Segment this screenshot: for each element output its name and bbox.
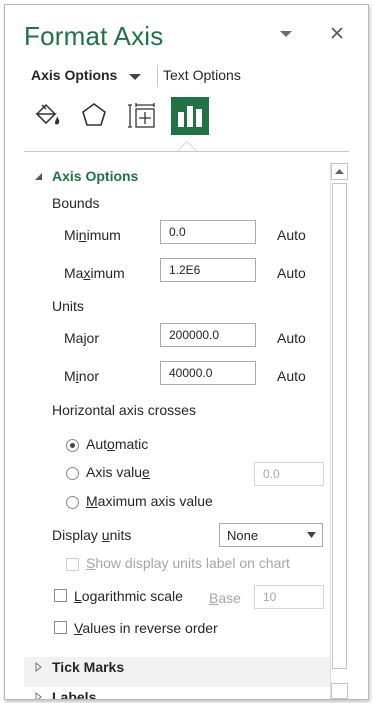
scroll-down-button[interactable] [331, 683, 348, 699]
pane-title: Format Axis [24, 21, 164, 51]
display-units-value: None [227, 528, 259, 543]
bounds-heading: Bounds [52, 195, 100, 211]
expanded-triangle-icon[interactable] [34, 172, 43, 181]
maximum-axis-value-radio[interactable] [66, 496, 79, 509]
pentagon-icon [82, 103, 106, 126]
horizontal-axis-crosses-heading: Horizontal axis crosses [52, 402, 196, 418]
minimum-label: Minimum [64, 227, 121, 243]
format-axis-pane: Format Axis Axis Options Text Options Ax… [4, 4, 369, 700]
axis-value-input[interactable]: 0.0 [254, 462, 324, 486]
pane-options-icon[interactable] [279, 29, 293, 39]
maximum-auto-button[interactable]: Auto [277, 265, 306, 281]
minimum-auto-button[interactable]: Auto [277, 227, 306, 243]
maximum-axis-value-label[interactable]: Maximum axis value [86, 493, 213, 509]
axis-options-button[interactable] [171, 97, 209, 135]
axis-value-label[interactable]: Axis value [86, 464, 150, 480]
close-icon[interactable] [329, 25, 345, 41]
axis-options-content: Axis Options Bounds Minimum 0.0 Auto Max… [24, 152, 330, 699]
display-units-label: Display units [52, 527, 132, 543]
fill-line-button[interactable] [27, 97, 65, 135]
show-display-units-label: Show display units label on chart [86, 555, 290, 571]
units-heading: Units [52, 298, 84, 314]
scrollbar[interactable] [330, 163, 349, 699]
minor-auto-button[interactable]: Auto [277, 368, 306, 384]
scroll-thumb[interactable] [332, 183, 347, 669]
paint-bucket-icon [35, 103, 60, 125]
base-label: Base [209, 590, 241, 606]
tab-axis-options[interactable]: Axis Options [31, 67, 117, 83]
major-auto-button[interactable]: Auto [277, 330, 306, 346]
effects-button[interactable] [75, 97, 113, 135]
minor-input[interactable]: 40000.0 [160, 361, 256, 385]
major-label: Major [64, 330, 100, 346]
logarithmic-scale-label[interactable]: Logarithmic scale [74, 588, 183, 604]
collapsed-triangle-icon[interactable] [35, 692, 42, 700]
base-input[interactable]: 10 [254, 585, 324, 609]
maximum-input[interactable]: 1.2E6 [160, 258, 256, 282]
scroll-up-button[interactable] [331, 163, 348, 180]
reverse-order-checkbox[interactable] [54, 621, 67, 634]
size-properties-button[interactable] [123, 97, 161, 135]
display-units-select[interactable]: None [219, 523, 323, 547]
tab-separator [157, 65, 158, 87]
automatic-label[interactable]: Automatic [86, 436, 148, 452]
chevron-down-icon[interactable] [129, 73, 141, 81]
axis-value-radio[interactable] [66, 467, 79, 480]
bar-chart-icon [178, 106, 202, 127]
active-tab-pointer [177, 141, 197, 151]
size-properties-icon [128, 103, 155, 128]
section-title-axis-options[interactable]: Axis Options [52, 168, 138, 184]
major-input[interactable]: 200000.0 [160, 323, 256, 347]
automatic-radio[interactable] [66, 439, 79, 452]
minimum-input[interactable]: 0.0 [160, 220, 256, 244]
maximum-label: Maximum [64, 265, 125, 281]
show-display-units-checkbox[interactable] [66, 558, 79, 571]
logarithmic-scale-checkbox[interactable] [54, 589, 67, 602]
chevron-up-icon [335, 169, 344, 174]
tab-text-options[interactable]: Text Options [163, 67, 241, 83]
chevron-down-icon [307, 532, 316, 538]
reverse-order-label[interactable]: Values in reverse order [74, 620, 218, 636]
collapsed-triangle-icon[interactable] [35, 662, 42, 672]
section-title-tick-marks[interactable]: Tick Marks [52, 659, 124, 675]
section-title-labels[interactable]: Labels [52, 689, 96, 699]
minor-label: Minor [64, 368, 100, 384]
